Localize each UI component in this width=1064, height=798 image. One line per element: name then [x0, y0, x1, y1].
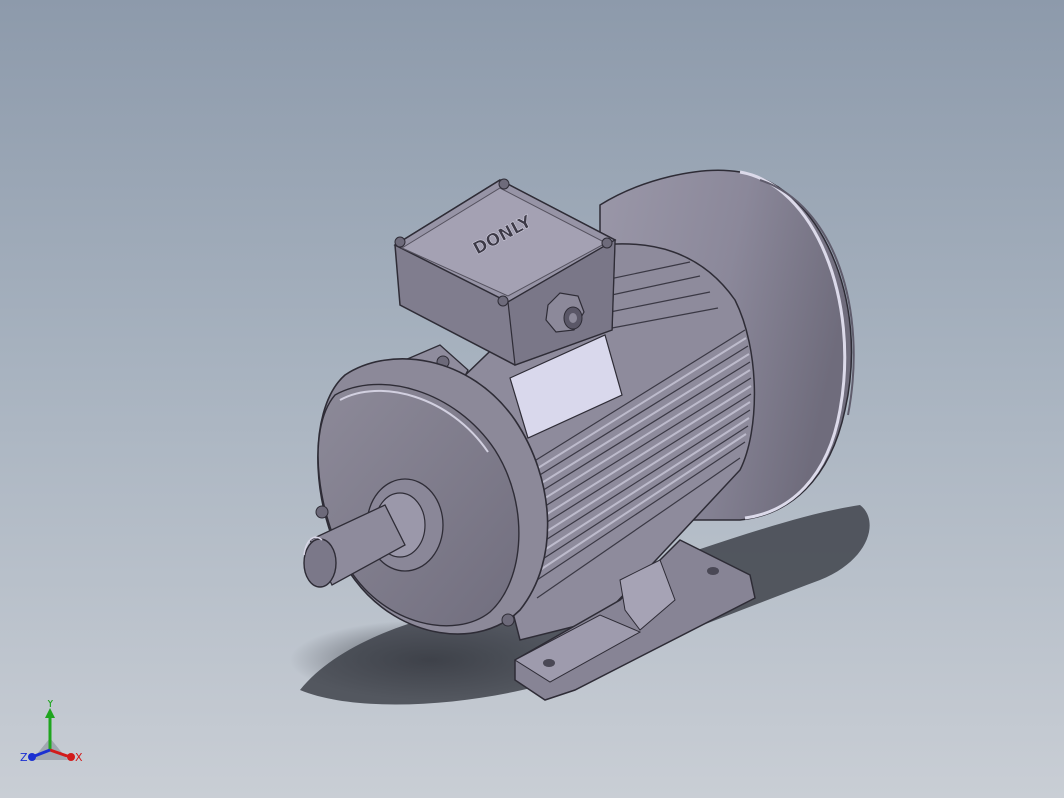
z-axis-label: Z [20, 751, 28, 764]
cover-screw-icon [497, 295, 509, 307]
cover-screw-icon [601, 237, 613, 249]
y-axis-label: Y [46, 700, 54, 710]
cover-screw-icon [498, 178, 510, 190]
end-shield-bolt-icon [315, 505, 329, 519]
terminal-box[interactable]: DONLY [393, 178, 617, 366]
x-axis-label: X [75, 751, 83, 764]
bolt-hole-icon [543, 659, 555, 667]
cover-screw-icon [394, 236, 406, 248]
motor-model[interactable]: DONLY [0, 0, 1064, 798]
bolt-hole-icon [707, 567, 719, 575]
end-shield-bolt-icon [501, 613, 515, 627]
view-orientation-triad[interactable]: Y X Z [18, 697, 88, 770]
graphics-viewport[interactable]: DONLY Y X Z [0, 0, 1064, 798]
